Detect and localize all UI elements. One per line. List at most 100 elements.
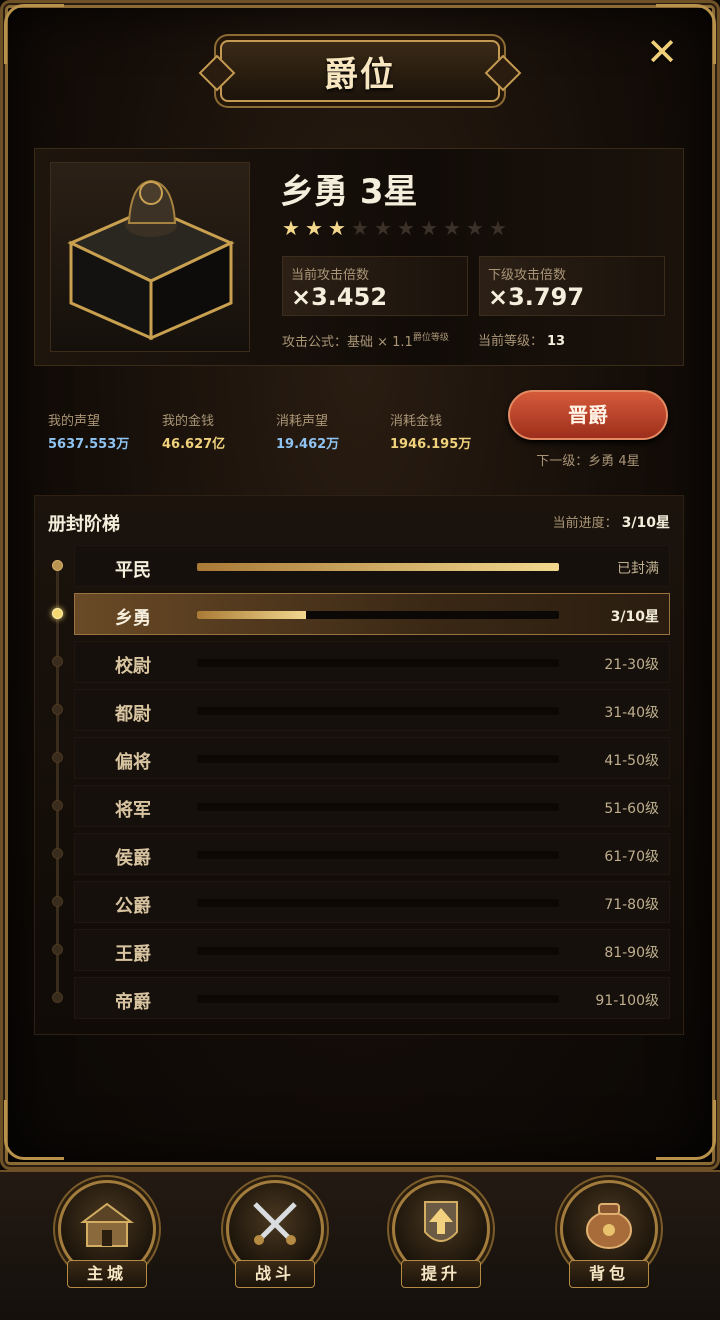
tier-tag: 21-30级 xyxy=(604,657,659,673)
tier-progress-bar xyxy=(197,995,559,1003)
ladder-dot xyxy=(52,560,63,571)
resource-cost-reputation: 消耗声望 19.462万 xyxy=(276,410,386,452)
tier-progress-bar xyxy=(197,755,559,763)
tier-progress-fill xyxy=(197,611,306,619)
ladder-row[interactable]: 偏将 41-50级 xyxy=(74,737,670,779)
resource-my-money: 我的金钱 46.627亿 xyxy=(162,410,272,452)
ladder-row[interactable]: 帝爵 91-100级 xyxy=(74,977,670,1019)
tier-tag: 41-50级 xyxy=(604,753,659,769)
tier-progress-bar xyxy=(197,707,559,715)
close-icon[interactable]: ✕ xyxy=(640,30,684,74)
tier-tag: 61-70级 xyxy=(604,849,659,865)
star-empty-icon: ★ xyxy=(397,216,415,240)
nav-main-city[interactable]: 主城 xyxy=(52,1180,162,1300)
city-icon xyxy=(80,1202,134,1247)
ladder-timeline xyxy=(56,565,59,997)
next-rank-text: 下一级：乡勇 4星 xyxy=(536,454,640,469)
star-filled-icon: ★ xyxy=(282,216,300,240)
ladder-dot xyxy=(52,800,63,811)
ladder-dot xyxy=(52,896,63,907)
nav-label: 战斗 xyxy=(235,1260,315,1288)
stat-value: ×3.797 xyxy=(488,283,585,311)
tier-tag: 71-80级 xyxy=(604,897,659,913)
tier-name: 将军 xyxy=(115,800,151,821)
resource-label: 我的声望 xyxy=(48,414,101,429)
formula-text: 攻击公式：基础 × 1.1 xyxy=(282,335,413,350)
tier-progress-bar xyxy=(197,803,559,811)
stat-label: 下级攻击倍数 xyxy=(488,268,567,283)
tier-progress-bar xyxy=(197,947,559,955)
current-level-value: 13 xyxy=(547,334,566,349)
tier-tag: 31-40级 xyxy=(604,705,659,721)
star-empty-icon: ★ xyxy=(374,216,392,240)
ladder-row[interactable]: 校尉 21-30级 xyxy=(74,641,670,683)
current-level-label: 当前等级： xyxy=(478,334,544,349)
ladder-row[interactable]: 王爵 81-90级 xyxy=(74,929,670,971)
resource-value: 19.462万 xyxy=(276,437,340,452)
tier-name: 公爵 xyxy=(115,896,151,917)
tier-name: 帝爵 xyxy=(115,992,151,1013)
tier-name: 侯爵 xyxy=(115,848,151,869)
star-filled-icon: ★ xyxy=(305,216,323,240)
tier-tag: 91-100级 xyxy=(595,993,659,1009)
tier-tag: 81-90级 xyxy=(604,945,659,961)
ladder-dot xyxy=(52,656,63,667)
ladder-row[interactable]: 公爵 71-80级 xyxy=(74,881,670,923)
stat-value: ×3.452 xyxy=(291,283,388,311)
tier-progress-fill xyxy=(197,563,559,571)
ladder-row[interactable]: 平民 已封满 xyxy=(74,545,670,587)
tier-progress-bar xyxy=(197,851,559,859)
nav-label: 背包 xyxy=(569,1260,649,1288)
resource-value: 1946.195万 xyxy=(390,437,472,452)
nav-backpack[interactable]: 背包 xyxy=(554,1180,664,1300)
resource-label: 我的金钱 xyxy=(162,414,215,429)
tier-progress-bar xyxy=(197,899,559,907)
tier-name: 乡勇 xyxy=(115,608,151,629)
progress-label: 当前进度： xyxy=(552,516,618,531)
tier-name: 平民 xyxy=(115,560,151,581)
current-level: 当前等级： 13 xyxy=(478,330,565,349)
star-empty-icon: ★ xyxy=(420,216,438,240)
resource-my-reputation: 我的声望 5637.553万 xyxy=(48,410,158,452)
ornament-corner xyxy=(656,1100,716,1160)
tier-progress-bar xyxy=(197,611,559,619)
seal-image xyxy=(50,162,250,352)
ladder-row[interactable]: 乡勇 3/10星 xyxy=(74,593,670,635)
star-rating: ★ ★ ★ ★ ★ ★ ★ ★ ★ ★ xyxy=(280,216,509,240)
ladder-dot xyxy=(52,992,63,1003)
resource-cost-money: 消耗金钱 1946.195万 xyxy=(390,410,500,452)
ornament-corner xyxy=(4,4,64,64)
star-filled-icon: ★ xyxy=(328,216,346,240)
nav-label: 主城 xyxy=(67,1260,147,1288)
ladder-dot xyxy=(52,848,63,859)
page-title: 爵位 xyxy=(324,54,396,95)
nav-upgrade[interactable]: 提升 xyxy=(386,1180,496,1300)
ladder-row[interactable]: 侯爵 61-70级 xyxy=(74,833,670,875)
ladder-dot xyxy=(52,704,63,715)
ladder-progress: 当前进度： 3/10星 xyxy=(490,512,670,532)
ornament-corner xyxy=(4,1100,64,1160)
star-empty-icon: ★ xyxy=(443,216,461,240)
promote-button[interactable]: 晋爵 xyxy=(508,390,668,440)
attack-formula: 攻击公式：基础 × 1.1爵位等级 xyxy=(282,330,449,350)
resource-label: 消耗声望 xyxy=(276,414,329,429)
star-empty-icon: ★ xyxy=(351,216,369,240)
bag-icon xyxy=(586,1203,632,1249)
ladder-row[interactable]: 都尉 31-40级 xyxy=(74,689,670,731)
upgrade-icon xyxy=(424,1201,458,1242)
tier-name: 都尉 xyxy=(115,704,151,725)
next-attack-box: 下级攻击倍数 ×3.797 xyxy=(479,256,665,316)
tier-progress-bar xyxy=(197,563,559,571)
current-attack-box: 当前攻击倍数 ×3.452 xyxy=(282,256,468,316)
swords-icon xyxy=(253,1202,297,1245)
nav-battle[interactable]: 战斗 xyxy=(220,1180,330,1300)
ladder-dot xyxy=(52,752,63,763)
ladder-dot xyxy=(52,608,63,619)
progress-value: 3/10星 xyxy=(621,515,670,531)
tier-tag: 已封满 xyxy=(617,561,659,577)
tier-tag: 3/10星 xyxy=(610,609,659,625)
seal-icon xyxy=(67,179,235,341)
nav-label: 提升 xyxy=(401,1260,481,1288)
ladder-row[interactable]: 将军 51-60级 xyxy=(74,785,670,827)
ladder-title: 册封阶梯 xyxy=(48,514,120,535)
